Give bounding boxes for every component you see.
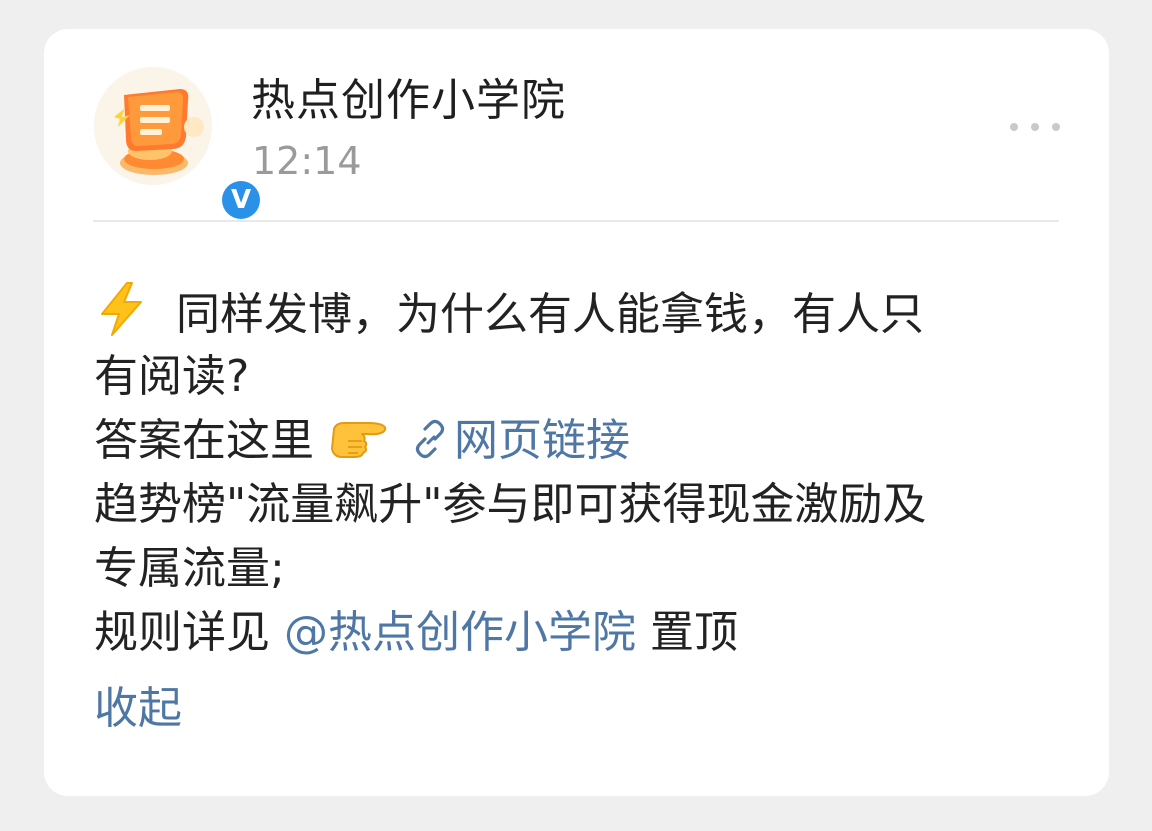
header-divider (93, 220, 1059, 222)
post-text: 置顶 (636, 607, 738, 658)
post-line-4: 趋势榜"流量飙升"参与即可获得现金激励及 (94, 473, 1054, 537)
more-dots-icon (1031, 123, 1039, 131)
post-text: 答案在这里 (94, 415, 314, 466)
web-link[interactable]: 网页链接 (410, 415, 630, 466)
post-text: 同样发博，为什么有人能拿钱，有人只 (176, 289, 924, 340)
post-line-6: 规则详见 @热点创作小学院 置顶 (94, 601, 1054, 665)
post-line-7: 收起 (94, 665, 1054, 734)
post-text: 专属流量; (94, 543, 285, 594)
more-dots-icon (1010, 123, 1018, 131)
verified-icon: V (222, 181, 260, 219)
lightning-bolt-icon (101, 282, 142, 336)
post-card: V 热点创作小学院 12:14 同样发博，为什么有人能拿钱，有人只 有阅读? 答… (44, 29, 1109, 796)
more-dots-icon (1052, 123, 1060, 131)
post-text: 规则详见 (94, 607, 284, 658)
post-line-5: 专属流量; (94, 537, 1054, 601)
account-name[interactable]: 热点创作小学院 (251, 73, 566, 129)
web-link-label: 网页链接 (454, 415, 630, 466)
avatar[interactable]: V (94, 67, 264, 223)
post-header: V 热点创作小学院 12:14 (44, 29, 1109, 223)
collapse-button[interactable]: 收起 (94, 677, 182, 741)
mention-link[interactable]: @热点创作小学院 (284, 607, 636, 658)
post-line-1: 同样发博，为什么有人能拿钱，有人只 (94, 281, 1054, 345)
post-line-2: 有阅读? (94, 345, 1054, 409)
more-options-button[interactable] (1010, 112, 1060, 142)
pointing-right-hand-icon (331, 422, 387, 458)
post-text: 有阅读? (94, 351, 250, 402)
link-icon (415, 419, 445, 459)
post-time: 12:14 (252, 139, 362, 183)
post-text: 趋势榜"流量飙升"参与即可获得现金激励及 (94, 479, 927, 530)
post-content: 同样发博，为什么有人能拿钱，有人只 有阅读? 答案在这里 网页链接 趋势榜"流量… (94, 281, 1054, 734)
scroll-coin-avatar-icon (94, 67, 212, 185)
post-line-3: 答案在这里 网页链接 (94, 409, 1054, 473)
